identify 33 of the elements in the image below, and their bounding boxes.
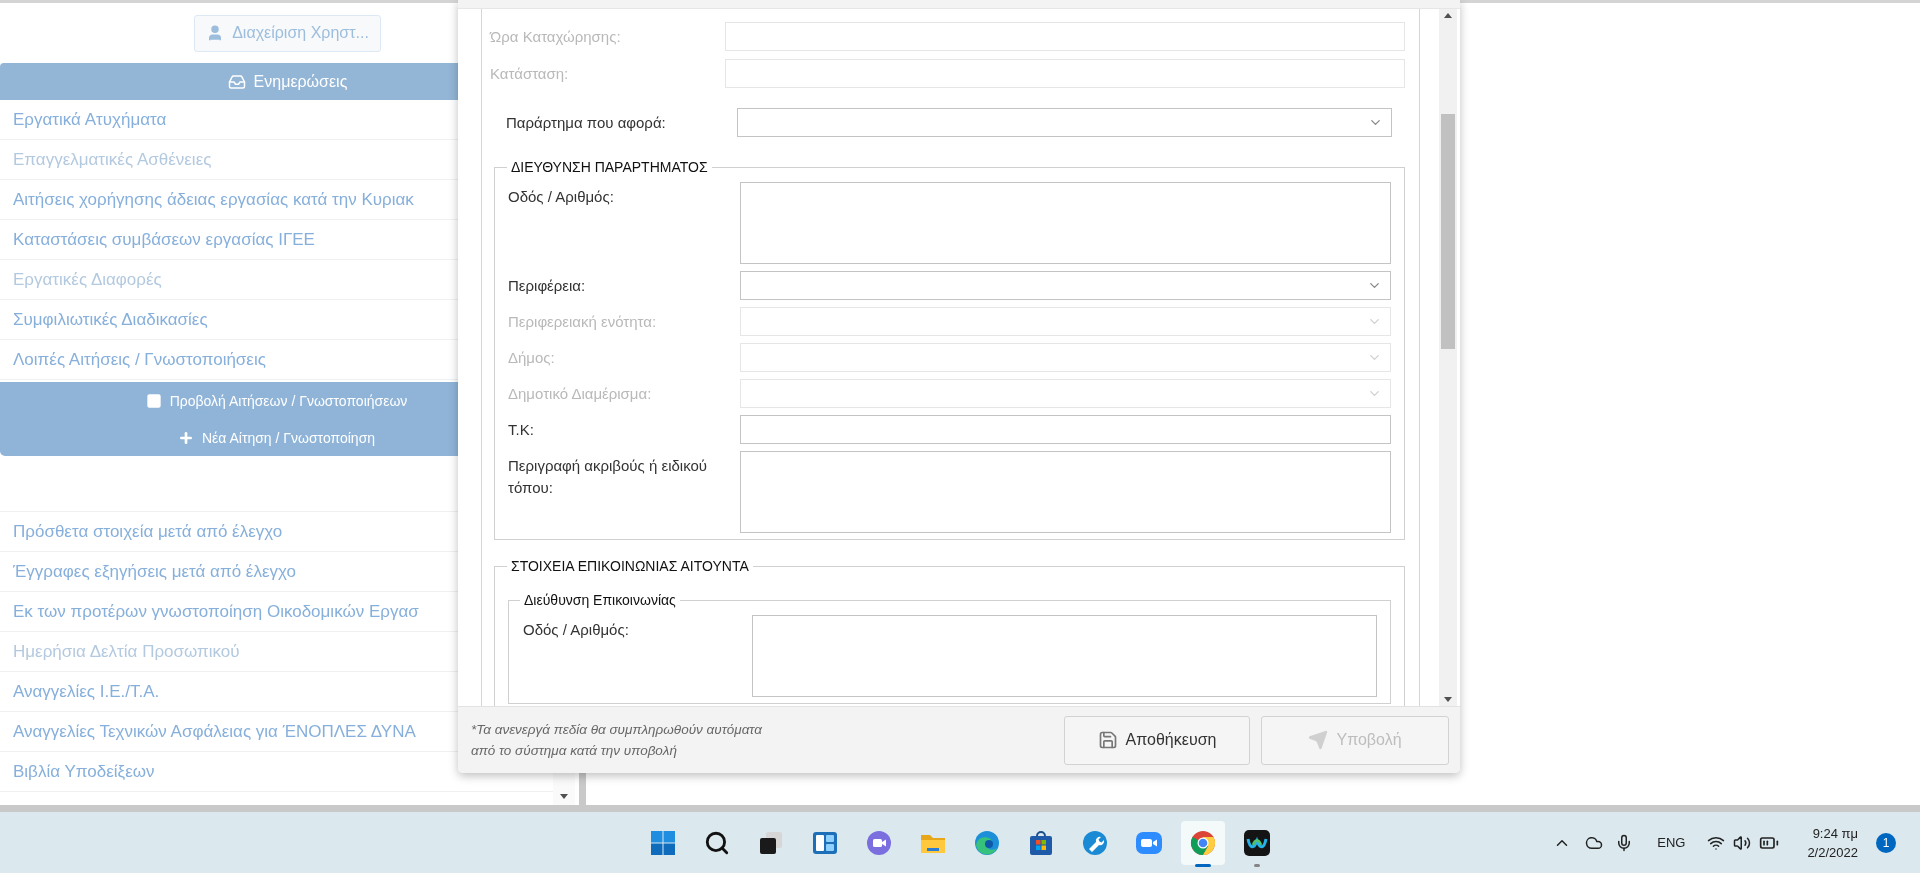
text-field[interactable] <box>740 415 1391 444</box>
notification-badge[interactable]: 1 <box>1876 832 1896 853</box>
scroll-thumb[interactable] <box>1441 114 1455 349</box>
shopping-bag-icon <box>1027 828 1055 857</box>
field-label: Δήμος: <box>508 348 556 368</box>
clock-time[interactable]: 9:24 πμ <box>1812 823 1858 843</box>
field-label: Τ.Κ: <box>508 420 535 440</box>
field-label: Δημοτικό Διαμέρισμα: <box>508 384 653 404</box>
round-browser-icon <box>1189 828 1217 857</box>
video-chat-icon <box>865 828 893 857</box>
wave-logo-icon <box>1243 828 1271 857</box>
scrollbar[interactable] <box>1439 9 1457 706</box>
field-label: Κατάσταση: <box>490 64 570 84</box>
section-title: Ενημερώσεις <box>253 72 348 91</box>
language-indicator[interactable]: ENG <box>1657 835 1686 850</box>
field-label: Ώρα Καταχώρησης: <box>490 27 622 47</box>
field-label: Περιγραφή ακριβούς ή ειδικού τόπου: <box>508 456 708 498</box>
select-field[interactable] <box>737 108 1392 137</box>
wrench-icon <box>1081 828 1109 857</box>
clock-date[interactable]: 2/2/2022 <box>1807 842 1858 862</box>
square-icon <box>145 392 162 409</box>
select-field[interactable] <box>740 271 1391 300</box>
save-button[interactable]: Αποθήκευση <box>1064 715 1250 765</box>
windows-logo-icon <box>649 828 677 857</box>
plus-icon <box>177 429 194 446</box>
browser-icon <box>973 828 1001 857</box>
subsection-legend: Διεύθυνση Επικοινωνίας <box>520 592 680 609</box>
scroll-up-icon <box>1444 13 1452 18</box>
scroll-down-icon <box>560 794 568 799</box>
speaker-icon[interactable] <box>1733 833 1752 852</box>
inbox-icon <box>227 72 246 91</box>
paper-plane-icon <box>1308 730 1329 750</box>
search-icon <box>704 829 730 856</box>
